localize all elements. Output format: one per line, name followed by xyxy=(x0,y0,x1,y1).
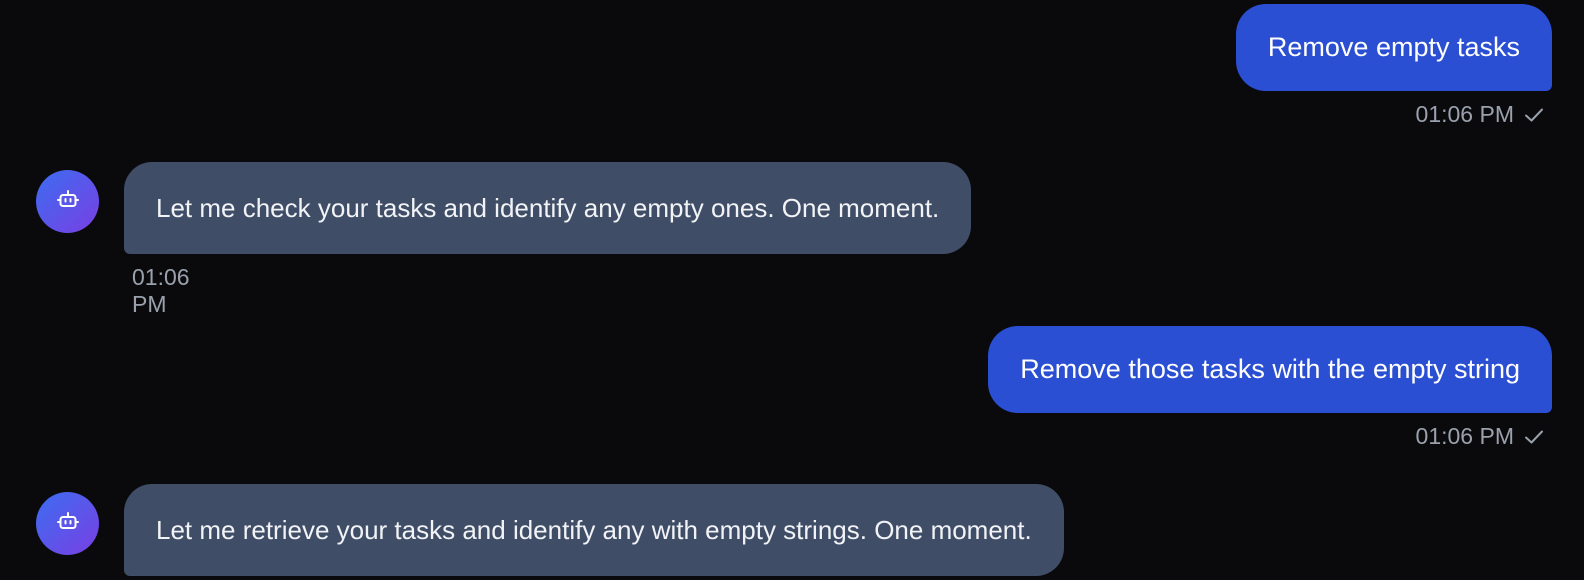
assistant-message-bubble[interactable]: Let me check your tasks and identify any… xyxy=(124,162,972,254)
user-message-bubble[interactable]: Remove those tasks with the empty string xyxy=(988,326,1552,413)
message-timestamp: 01:06 PM xyxy=(132,264,190,317)
user-message-text: Remove those tasks with the empty string xyxy=(1020,354,1520,384)
message-meta: 01:06 PM xyxy=(1416,101,1544,128)
assistant-avatar xyxy=(36,170,99,233)
user-message: Remove empty tasks 01:06 PM xyxy=(1235,4,1552,128)
user-message: Remove those tasks with the empty string… xyxy=(988,326,1552,450)
chat-thread: Remove empty tasks 01:06 PM Let me check… xyxy=(0,0,1584,580)
message-timestamp: 01:06 PM xyxy=(1415,423,1514,449)
check-icon xyxy=(1524,429,1544,445)
assistant-avatar xyxy=(36,492,99,555)
message-meta: 01:06 PM xyxy=(1416,423,1544,450)
user-message-bubble[interactable]: Remove empty tasks xyxy=(1235,4,1552,91)
user-message-text: Remove empty tasks xyxy=(1267,32,1520,62)
assistant-message-text: Let me check your tasks and identify any… xyxy=(156,192,940,223)
assistant-message-bubble[interactable]: Let me retrieve your tasks and identify … xyxy=(124,484,1064,576)
assistant-message-text: Let me retrieve your tasks and identify … xyxy=(156,514,1032,545)
bot-icon xyxy=(56,509,80,538)
message-timestamp: 01:06 PM xyxy=(1415,101,1514,127)
bot-icon xyxy=(56,187,80,216)
check-icon xyxy=(1524,107,1544,123)
